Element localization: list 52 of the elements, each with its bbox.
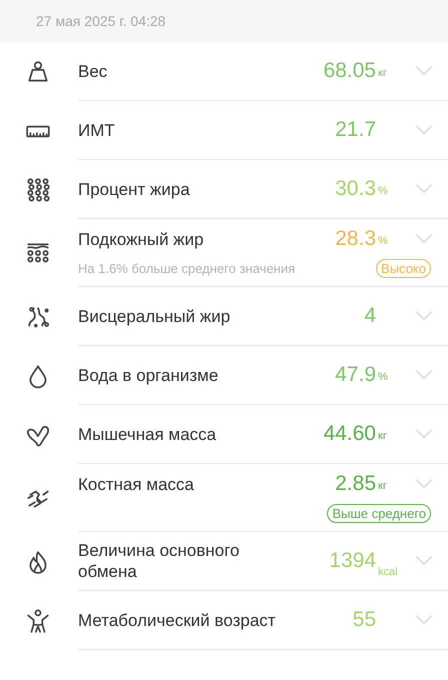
metric-row[interactable]: ИМТ 21.7: [0, 101, 448, 160]
metric-label: Висцеральный жир: [78, 306, 232, 326]
chevron-icon[interactable]: [415, 66, 433, 76]
metric-row[interactable]: Вес 68.05 кг: [0, 42, 448, 101]
metric-row[interactable]: Костная масса 2.85 кг Выше среднего: [0, 464, 448, 532]
chevron-icon[interactable]: [415, 184, 433, 194]
metric-value: 2.85: [335, 472, 376, 496]
metric-label: Подкожный жир: [78, 228, 205, 250]
metric-value: 4: [364, 304, 376, 328]
metric-row[interactable]: Висцеральный жир 4: [0, 287, 448, 346]
unit-label: кг: [378, 430, 387, 442]
chevron-icon[interactable]: [415, 234, 433, 244]
metric-value: 21.7: [335, 118, 376, 142]
status-badge: Высоко: [376, 259, 431, 278]
chevron-icon[interactable]: [415, 556, 433, 566]
chevron-icon[interactable]: [415, 125, 433, 135]
chevron-icon[interactable]: [415, 429, 433, 439]
metric-label: Процент жира: [78, 178, 191, 200]
measurement-date: 27 мая 2025 г. 04:28: [36, 13, 166, 29]
metric-value: 30.3: [335, 177, 376, 201]
comparison-note: На 1.6% больше среднего значения: [78, 261, 296, 276]
metric-value: 1394: [329, 549, 376, 573]
metric-value: 68.05: [323, 59, 376, 83]
status-badge: Выше среднего: [327, 504, 431, 523]
metric-label: Величина основного обмена: [78, 540, 241, 582]
metric-label: Мышечная масса: [78, 424, 218, 444]
metric-value: 44.60: [323, 422, 376, 446]
unit-label: кг: [378, 67, 387, 79]
metric-value: 47.9: [335, 363, 376, 387]
unit-label: кг: [378, 480, 387, 492]
metric-row[interactable]: Метаболический возраст 55: [0, 591, 448, 650]
chevron-icon[interactable]: [415, 615, 433, 625]
metric-label: ИМТ: [78, 120, 116, 140]
metric-row[interactable]: Вода в организме 47.9%: [0, 346, 448, 405]
metric-row[interactable]: Процент жира 30.3%: [0, 160, 448, 219]
chevron-icon[interactable]: [415, 370, 433, 380]
unit-label: %: [378, 235, 388, 247]
chevron-icon[interactable]: [415, 311, 433, 321]
metric-label: Вода в организме: [78, 364, 220, 386]
metric-row[interactable]: Мышечная масса 44.60 кг: [0, 405, 448, 464]
metric-value: 28.3: [335, 227, 376, 251]
metric-row[interactable]: Подкожный жир 28.3% На 1.6% больше среднего значения Высоко: [0, 219, 448, 287]
chevron-icon[interactable]: [415, 479, 433, 489]
unit-label: kcal: [378, 566, 398, 578]
dots-icon: [25, 176, 51, 202]
unit-label: %: [378, 371, 388, 383]
unit-label: %: [378, 185, 388, 197]
metric-label: Метаболический возраст: [78, 610, 277, 630]
metric-label: Вес: [78, 60, 108, 82]
metric-value: 55: [352, 608, 376, 632]
person-icon: [25, 608, 51, 634]
metric-label: Костная масса: [78, 474, 196, 494]
